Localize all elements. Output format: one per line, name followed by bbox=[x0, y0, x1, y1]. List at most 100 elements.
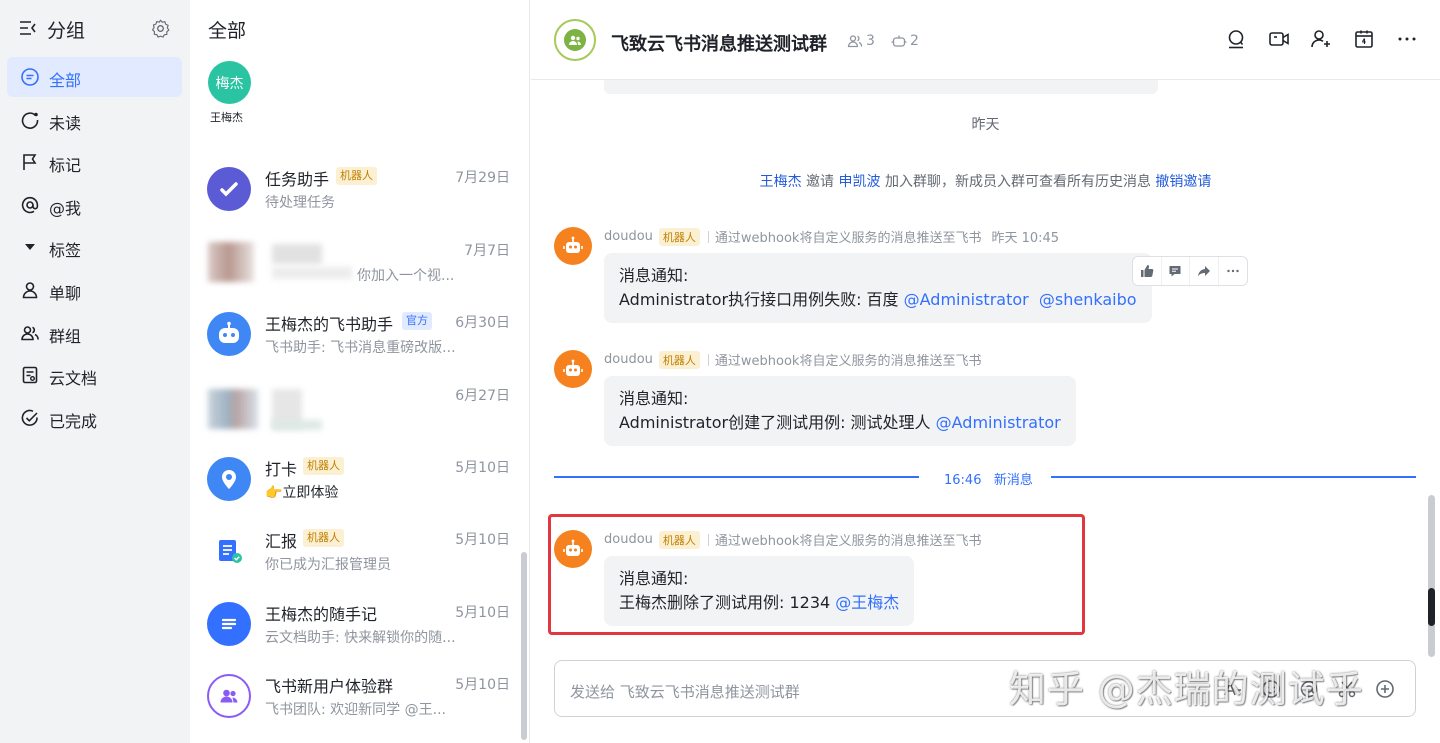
chat-list-item[interactable]: 王梅杰的随手记 5月10日 云文档助手: 快来解锁你的随... bbox=[190, 592, 520, 664]
reply-button[interactable] bbox=[1162, 257, 1190, 285]
bot-avatar[interactable] bbox=[554, 227, 592, 265]
message-bubble[interactable]: 消息通知: Administrator创建了测试用例: 测试处理人 @Admin… bbox=[604, 376, 1076, 446]
forward-button[interactable] bbox=[1190, 257, 1219, 285]
chat-preview: 你已成为汇报管理员 bbox=[265, 557, 391, 573]
chat-name: 飞书新用户体验群 bbox=[265, 677, 394, 696]
robot-icon bbox=[563, 359, 583, 376]
day-separator: 昨天 bbox=[971, 117, 1000, 133]
search-icon[interactable] bbox=[1225, 28, 1247, 50]
inviter-link[interactable]: 王梅杰 bbox=[760, 174, 802, 190]
video-call-icon[interactable] bbox=[1268, 28, 1290, 50]
chat-date: 5月10日 bbox=[455, 532, 510, 548]
robot-icon bbox=[219, 321, 239, 343]
invitee-link[interactable]: 申凯波 bbox=[839, 174, 881, 190]
bot-description: 通过webhook将自定义服务的消息推送至飞书 bbox=[714, 354, 982, 369]
divider-line-left bbox=[554, 476, 919, 478]
calendar-icon[interactable] bbox=[1353, 28, 1375, 50]
conversation-scrollbar-track[interactable] bbox=[1428, 495, 1435, 657]
chat-list-item[interactable]: 飞书新用户体验群 5月10日 飞书团队: 欢迎新同学 @王... bbox=[190, 664, 520, 736]
bot-badge: 机器人 bbox=[658, 227, 700, 246]
message-text: Administrator创建了测试用例: 测试处理人 bbox=[619, 413, 936, 432]
chat-name: 任务助手 bbox=[265, 170, 330, 189]
mention-link[interactable]: @Administrator bbox=[936, 413, 1061, 432]
header-divider bbox=[707, 230, 709, 243]
group-item-label: 已完成 bbox=[49, 412, 98, 431]
group-item-direct[interactable]: 单聊 bbox=[7, 270, 182, 310]
robot-icon bbox=[563, 236, 583, 253]
chat-name: 打卡 bbox=[265, 460, 298, 479]
highlight-box bbox=[548, 514, 1085, 635]
chat-list-scrollbar[interactable] bbox=[521, 552, 527, 740]
chat-preview: 飞书团队: 欢迎新同学 @王... bbox=[265, 702, 446, 718]
blurred-preview bbox=[272, 267, 352, 279]
chat-date: 5月10日 bbox=[455, 460, 510, 476]
bot-avatar[interactable] bbox=[554, 350, 592, 388]
bot-count[interactable]: 2 bbox=[891, 33, 919, 49]
revoke-invite-link[interactable]: 撤销邀请 bbox=[1155, 174, 1211, 190]
chat-name: 汇报 bbox=[265, 532, 298, 551]
chat-list-item[interactable]: 6月27日 bbox=[190, 375, 520, 447]
group-sidebar-header: 分组 bbox=[0, 0, 190, 58]
chat-preview: 👉立即体验 bbox=[265, 485, 339, 501]
group-item-done[interactable]: 已完成 bbox=[7, 398, 182, 438]
message-bubble[interactable]: 消息通知: Administrator执行接口用例失败: 百度 @Adminis… bbox=[604, 253, 1152, 323]
bot-badge: 机器人 bbox=[658, 350, 700, 369]
message-time: 昨天 10:45 bbox=[991, 231, 1060, 246]
more-actions-button[interactable] bbox=[1219, 257, 1247, 285]
more-options-icon[interactable] bbox=[1396, 28, 1418, 50]
group-item-label: 单聊 bbox=[49, 284, 82, 303]
group-icon bbox=[220, 689, 238, 703]
chat-preview: 云文档助手: 快来解锁你的随... bbox=[265, 630, 456, 646]
assistant-bot-avatar bbox=[207, 312, 251, 356]
check-icon bbox=[220, 182, 238, 197]
chat-list-item[interactable]: 任务助手 机器人 7月29日 待处理任务 bbox=[190, 157, 520, 229]
bot-badge: 机器人 bbox=[336, 167, 377, 185]
group-item-tags[interactable]: 标签 bbox=[7, 227, 182, 267]
chat-list-item[interactable]: 打卡 机器人 5月10日 👉立即体验 bbox=[190, 447, 520, 519]
new-message-time: 16:46 bbox=[944, 473, 982, 488]
group-item-label: 群组 bbox=[49, 327, 82, 346]
sender-name[interactable]: doudou bbox=[604, 229, 653, 244]
chat-icon bbox=[21, 68, 39, 86]
group-avatar[interactable] bbox=[554, 19, 596, 61]
message-line: Administrator创建了测试用例: 测试处理人 @Administrat… bbox=[619, 411, 1061, 435]
group-item-groups[interactable]: 群组 bbox=[7, 313, 182, 353]
thumbs-up-icon bbox=[1140, 265, 1154, 278]
chat-list-item[interactable]: 7月7日 你加入一个视... bbox=[190, 230, 520, 302]
collapse-menu-icon[interactable] bbox=[18, 18, 38, 38]
group-item-docs[interactable]: 云文档 bbox=[7, 355, 182, 395]
thumbs-up-button[interactable] bbox=[1133, 257, 1162, 285]
group-item-unread[interactable]: 未读 bbox=[7, 100, 182, 140]
group-avatar bbox=[207, 674, 251, 718]
chat-list-item[interactable]: 汇报 机器人 5月10日 你已成为汇报管理员 bbox=[190, 519, 520, 591]
group-item-flagged[interactable]: 标记 bbox=[7, 142, 182, 182]
at-icon bbox=[21, 196, 39, 214]
bot-count-value: 2 bbox=[910, 33, 919, 49]
mention-link[interactable]: @shenkaibo bbox=[1039, 290, 1137, 309]
gear-icon[interactable] bbox=[150, 18, 171, 39]
report-icon bbox=[219, 540, 242, 563]
doc-icon bbox=[22, 366, 38, 384]
sender-name[interactable]: doudou bbox=[604, 352, 653, 367]
conversation-title[interactable]: 飞致云飞书消息推送测试群 bbox=[611, 30, 827, 56]
conversation-header: 飞致云飞书消息推送测试群 3 2 bbox=[531, 0, 1440, 80]
conversation-scrollbar-thumb[interactable] bbox=[1428, 588, 1435, 626]
system-message: 王梅杰 邀请 申凯波 加入群聊，新成员入群可查看所有历史消息 撤销邀请 bbox=[531, 171, 1440, 191]
quick-contact-name: 王梅杰 bbox=[210, 111, 243, 124]
more-tools-icon[interactable] bbox=[1375, 679, 1395, 699]
group-item-mentions[interactable]: @我 bbox=[7, 185, 182, 225]
chat-list-item[interactable]: 王梅杰的飞书助手 官方 6月30日 飞书助手: 飞书消息重磅改版... bbox=[190, 302, 520, 374]
chat-date: 5月10日 bbox=[455, 605, 510, 621]
chat-preview: 飞书助手: 飞书消息重磅改版... bbox=[265, 340, 456, 356]
add-member-icon[interactable] bbox=[1310, 28, 1332, 50]
group-sidebar: 分组 全部 未读 标记 @我 标签 单聊 群组 云文档 已完成 bbox=[0, 0, 190, 743]
group-item-all[interactable]: 全部 bbox=[7, 57, 182, 97]
quick-contact-avatar[interactable]: 梅杰 bbox=[208, 61, 251, 104]
mention-link[interactable]: @Administrator bbox=[904, 290, 1029, 309]
chat-list: 全部 梅杰 王梅杰 任务助手 机器人 7月29日 待处理任务 7月7日 你加入一… bbox=[190, 0, 530, 743]
group-sidebar-title: 分组 bbox=[47, 20, 86, 42]
group-item-label: 标记 bbox=[49, 156, 82, 175]
member-count[interactable]: 3 bbox=[847, 33, 875, 49]
chat-list-title: 全部 bbox=[208, 20, 247, 42]
blurred-name bbox=[272, 244, 322, 264]
